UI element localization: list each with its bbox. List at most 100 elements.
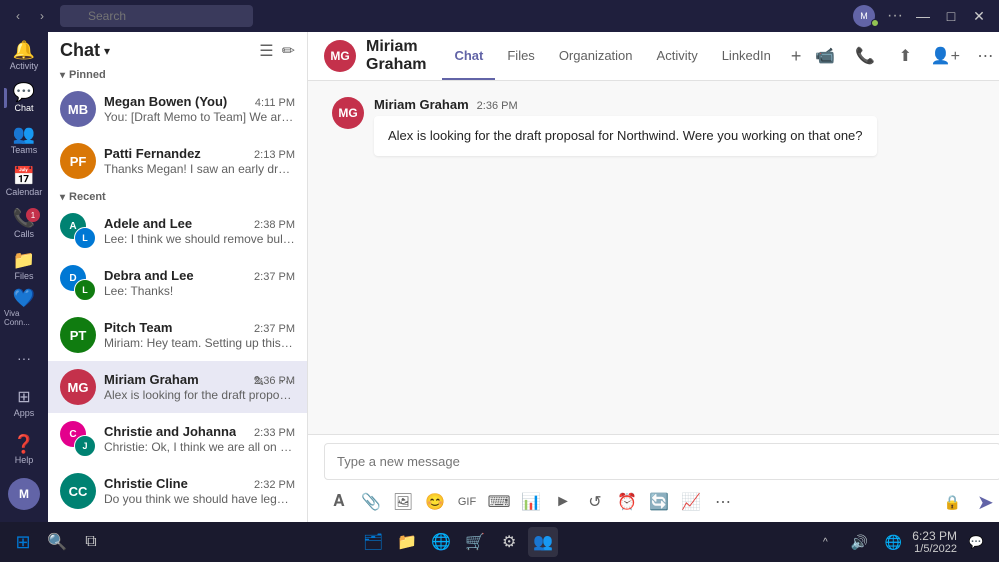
- sidebar-label-activity: Activity: [10, 61, 39, 71]
- volume-icon[interactable]: 🔊: [844, 527, 874, 557]
- praise-button[interactable]: ⏰: [612, 487, 642, 517]
- taskbar-teams[interactable]: 👥: [528, 527, 558, 557]
- sidebar-label-teams: Teams: [11, 145, 38, 155]
- giphy-button[interactable]: GIF: [452, 487, 482, 517]
- taskbar-edge[interactable]: 🌐: [426, 527, 456, 557]
- chat-item-debra-lee[interactable]: D L Debra and Lee 2:37 PM Lee: Thanks!: [48, 257, 307, 309]
- chat-item-megan[interactable]: MB Megan Bowen (You) 4:11 PM You: [Draft…: [48, 83, 307, 135]
- tab-chat[interactable]: Chat: [442, 32, 495, 80]
- taskbar-search[interactable]: 🔍: [42, 527, 72, 557]
- chat-item-christie-cline[interactable]: CC Christie Cline 2:32 PM Do you think w…: [48, 465, 307, 517]
- chat-item-isaiah[interactable]: IL Isaiah Langer 2:29 PM You: 🎭 GIF: [48, 517, 307, 522]
- tab-files[interactable]: Files: [495, 32, 546, 80]
- taskbar-store[interactable]: 🛒: [460, 527, 490, 557]
- loop-button[interactable]: ↺: [580, 487, 610, 517]
- chat-main-header: MG Miriam Graham Chat Files Organization…: [308, 32, 999, 81]
- chat-name-row-debra: Debra and Lee 2:37 PM: [104, 268, 295, 283]
- task-view-button[interactable]: ⧉: [76, 527, 106, 557]
- chat-title-arrow[interactable]: ▾: [104, 44, 110, 58]
- recent-section-header[interactable]: ▾ Recent: [48, 187, 307, 205]
- format-button[interactable]: 𝐀: [324, 487, 354, 517]
- screen-share-button[interactable]: ⬆: [889, 40, 921, 72]
- tab-linkedin[interactable]: LinkedIn: [710, 32, 783, 80]
- sidebar-item-help[interactable]: ❓ Help: [4, 428, 44, 472]
- minimize-button[interactable]: —: [911, 4, 935, 28]
- start-button[interactable]: ⊞: [8, 527, 38, 557]
- add-tab-button[interactable]: +: [783, 32, 810, 80]
- apps-icon: ⊞: [17, 390, 30, 406]
- notification-button[interactable]: 💬: [961, 527, 991, 557]
- tab-organization[interactable]: Organization: [547, 32, 645, 80]
- msg-sender-1: Miriam Graham: [374, 97, 469, 112]
- sidebar-item-chat[interactable]: 💬 Chat: [4, 78, 44, 118]
- chat-preview-cj: Christie: Ok, I think we are all on the …: [104, 440, 295, 454]
- chat-header-actions: ☰ ✏: [259, 41, 295, 61]
- chat-name-patti: Patti Fernandez: [104, 146, 201, 161]
- attach-button[interactable]: 📎: [356, 487, 386, 517]
- forward-button[interactable]: ›: [32, 6, 52, 26]
- compose-button[interactable]: ✏: [282, 41, 295, 61]
- filter-button[interactable]: ☰: [259, 41, 273, 61]
- sticker-button[interactable]: ⌨: [484, 487, 514, 517]
- sidebar-item-user[interactable]: M: [8, 478, 40, 510]
- sidebar-item-activity[interactable]: 🔔 Activity: [4, 36, 44, 76]
- sidebar-item-files[interactable]: 📁 Files: [4, 246, 44, 286]
- back-button[interactable]: ‹: [8, 6, 28, 26]
- chat-list-header: Chat ▾ ☰ ✏: [48, 32, 307, 65]
- chat-time-adele: 2:38 PM: [254, 219, 295, 231]
- chat-info-pitch: Pitch Team 2:37 PM Miriam: Hey team. Set…: [104, 320, 295, 350]
- send-button[interactable]: ➤: [969, 486, 999, 518]
- add-people-button[interactable]: 👤+: [929, 40, 961, 72]
- image-button[interactable]: 🖼: [388, 487, 418, 517]
- audio-call-button[interactable]: 📞: [849, 40, 881, 72]
- meet-button[interactable]: 📊: [516, 487, 546, 517]
- sidebar-item-calls[interactable]: 📞 Calls 1: [4, 204, 44, 244]
- sidebar-label-calendar: Calendar: [6, 187, 43, 197]
- taskbar-clock[interactable]: 6:23 PM 1/5/2022: [912, 529, 957, 555]
- insights-button[interactable]: 📈: [676, 487, 706, 517]
- close-button[interactable]: ✕: [967, 4, 991, 28]
- chat-name-row-patti: Patti Fernandez 2:13 PM: [104, 146, 295, 161]
- chat-item-miriam[interactable]: MG Miriam Graham 2:36 PM Alex is looking…: [48, 361, 307, 413]
- more-chat-button[interactable]: ⋯: [275, 369, 299, 393]
- taskbar-settings[interactable]: ⚙: [494, 527, 524, 557]
- search-input[interactable]: [60, 5, 253, 27]
- video-call-button[interactable]: 📹: [809, 40, 841, 72]
- chat-header-top: MG Miriam Graham Chat Files Organization…: [324, 32, 999, 80]
- chat-preview-debra: Lee: Thanks!: [104, 284, 295, 298]
- maximize-button[interactable]: □: [939, 4, 963, 28]
- more-button[interactable]: ···: [883, 4, 907, 28]
- network-icon[interactable]: 🌐: [878, 527, 908, 557]
- chat-item-pitch-team[interactable]: PT Pitch Team 2:37 PM Miriam: Hey team. …: [48, 309, 307, 361]
- titlebar-right: M ··· — □ ✕: [853, 4, 991, 28]
- sidebar-item-more[interactable]: ···: [4, 336, 44, 380]
- taskbar-explorer[interactable]: 🗂: [358, 527, 388, 557]
- sidebar-item-teams[interactable]: 👥 Teams: [4, 120, 44, 160]
- tab-activity[interactable]: Activity: [645, 32, 710, 80]
- system-tray-expand[interactable]: ^: [810, 527, 840, 557]
- contact-name: Miriam Graham: [366, 38, 426, 74]
- forms-button[interactable]: 🔄: [644, 487, 674, 517]
- sidebar-item-calendar[interactable]: 📅 Calendar: [4, 162, 44, 202]
- sidebar-item-viva[interactable]: 💙 Viva Conn...: [4, 288, 44, 328]
- taskbar-folder[interactable]: 📁: [392, 527, 422, 557]
- compose-input[interactable]: [324, 443, 999, 480]
- lock-button[interactable]: 🔒: [937, 487, 967, 517]
- chat-icon: 💬: [13, 83, 35, 101]
- avatar-adele-lee: A L: [60, 213, 96, 249]
- pinned-section-header[interactable]: ▾ Pinned: [48, 65, 307, 83]
- chat-item-christie-johanna[interactable]: C J Christie and Johanna 2:33 PM Christi…: [48, 413, 307, 465]
- schedule-button[interactable]: ►: [548, 487, 578, 517]
- emoji-button[interactable]: 😊: [420, 487, 450, 517]
- more-options-button[interactable]: ⋯: [969, 40, 999, 72]
- chat-item-patti[interactable]: PF Patti Fernandez 2:13 PM Thanks Megan!…: [48, 135, 307, 187]
- activity-icon: 🔔: [13, 41, 35, 59]
- avatar-miriam: MG: [60, 369, 96, 405]
- sidebar-label-calls: Calls: [14, 229, 34, 239]
- chat-name-row-pitch: Pitch Team 2:37 PM: [104, 320, 295, 335]
- avatar-cj2: J: [74, 435, 96, 457]
- sidebar-item-apps[interactable]: ⊞ Apps: [4, 382, 44, 426]
- chat-item-adele-lee[interactable]: A L Adele and Lee 2:38 PM Lee: I think w…: [48, 205, 307, 257]
- edit-chat-button[interactable]: ✎: [247, 369, 271, 393]
- more-tools-button[interactable]: ⋯: [708, 487, 738, 517]
